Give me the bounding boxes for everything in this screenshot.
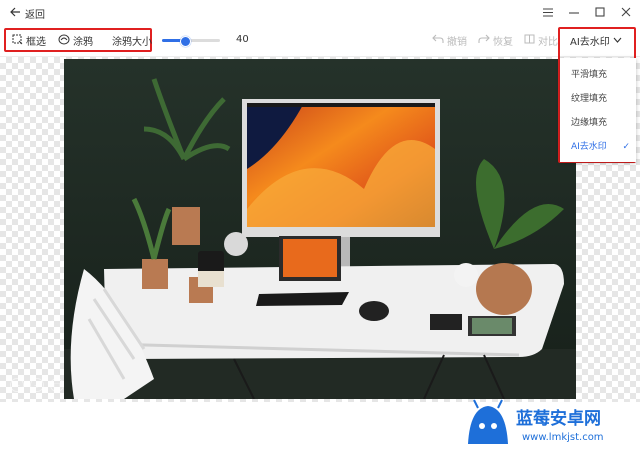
box-select-label: 框选 bbox=[26, 37, 46, 48]
arrow-left-icon bbox=[10, 7, 21, 20]
back-button[interactable]: 返回 bbox=[10, 6, 45, 21]
fill-option-smooth[interactable]: 平滑填充 bbox=[560, 64, 636, 86]
compare-button[interactable]: 对比 bbox=[524, 33, 558, 48]
box-select-button[interactable]: 框选 bbox=[12, 33, 46, 48]
brush-size-label: 涂鸦大小 bbox=[112, 33, 152, 48]
maximize-icon[interactable] bbox=[594, 5, 606, 19]
site-watermark-logo: 蓝莓安卓网 www.lmkjst.com bbox=[458, 398, 636, 446]
menu-icon[interactable] bbox=[542, 5, 554, 19]
back-label: 返回 bbox=[25, 10, 45, 21]
svg-text:www.lmkjst.com: www.lmkjst.com bbox=[522, 432, 604, 443]
redo-button[interactable]: 恢复 bbox=[478, 33, 513, 48]
brush-size-slider[interactable] bbox=[162, 36, 220, 47]
check-icon: ✓ bbox=[622, 142, 630, 152]
fill-option-label: 边缘填充 bbox=[571, 118, 608, 128]
fill-option-label: 平滑填充 bbox=[571, 70, 608, 80]
fill-option-label: AI去水印 bbox=[571, 142, 607, 152]
brush-size-value: 40 bbox=[236, 34, 249, 45]
svg-text:蓝莓安卓网: 蓝莓安卓网 bbox=[516, 408, 601, 429]
undo-label: 撤销 bbox=[447, 37, 467, 48]
toolbar: 框选 涂鸦 涂鸦大小 40 撤销 恢复 对比 AI去水印 bbox=[0, 26, 640, 57]
fill-option-ai-watermark[interactable]: AI去水印 ✓ bbox=[560, 136, 636, 158]
compare-icon bbox=[524, 34, 535, 47]
fill-option-edge[interactable]: 边缘填充 bbox=[560, 112, 636, 134]
brush-size-text: 涂鸦大小 bbox=[112, 37, 152, 48]
redo-label: 恢复 bbox=[493, 37, 513, 48]
minimize-icon[interactable] bbox=[568, 5, 580, 19]
title-bar: 返回 bbox=[0, 0, 640, 26]
photo-desk-setup bbox=[64, 59, 576, 399]
zoom-in-icon[interactable]: + bbox=[30, 378, 44, 392]
brush-icon bbox=[58, 34, 70, 48]
close-icon[interactable] bbox=[620, 5, 632, 19]
fill-mode-dropdown: 平滑填充 纹理填充 边缘填充 AI去水印 ✓ bbox=[560, 58, 636, 162]
editor-canvas[interactable] bbox=[0, 57, 640, 402]
brush-button[interactable]: 涂鸦 bbox=[58, 33, 93, 48]
box-select-icon bbox=[12, 34, 23, 48]
slider-knob[interactable] bbox=[180, 36, 192, 47]
zoom-controls: − + ▢ bbox=[10, 378, 64, 392]
compare-label: 对比 bbox=[538, 37, 558, 48]
fill-option-label: 纹理填充 bbox=[571, 94, 608, 104]
redo-icon bbox=[478, 34, 490, 47]
fit-screen-icon[interactable]: ▢ bbox=[50, 378, 64, 392]
window-controls bbox=[542, 5, 632, 19]
fill-option-texture[interactable]: 纹理填充 bbox=[560, 88, 636, 110]
undo-icon bbox=[432, 34, 444, 47]
zoom-out-icon[interactable]: − bbox=[10, 378, 24, 392]
brush-label: 涂鸦 bbox=[73, 37, 93, 48]
undo-button[interactable]: 撤销 bbox=[432, 33, 467, 48]
